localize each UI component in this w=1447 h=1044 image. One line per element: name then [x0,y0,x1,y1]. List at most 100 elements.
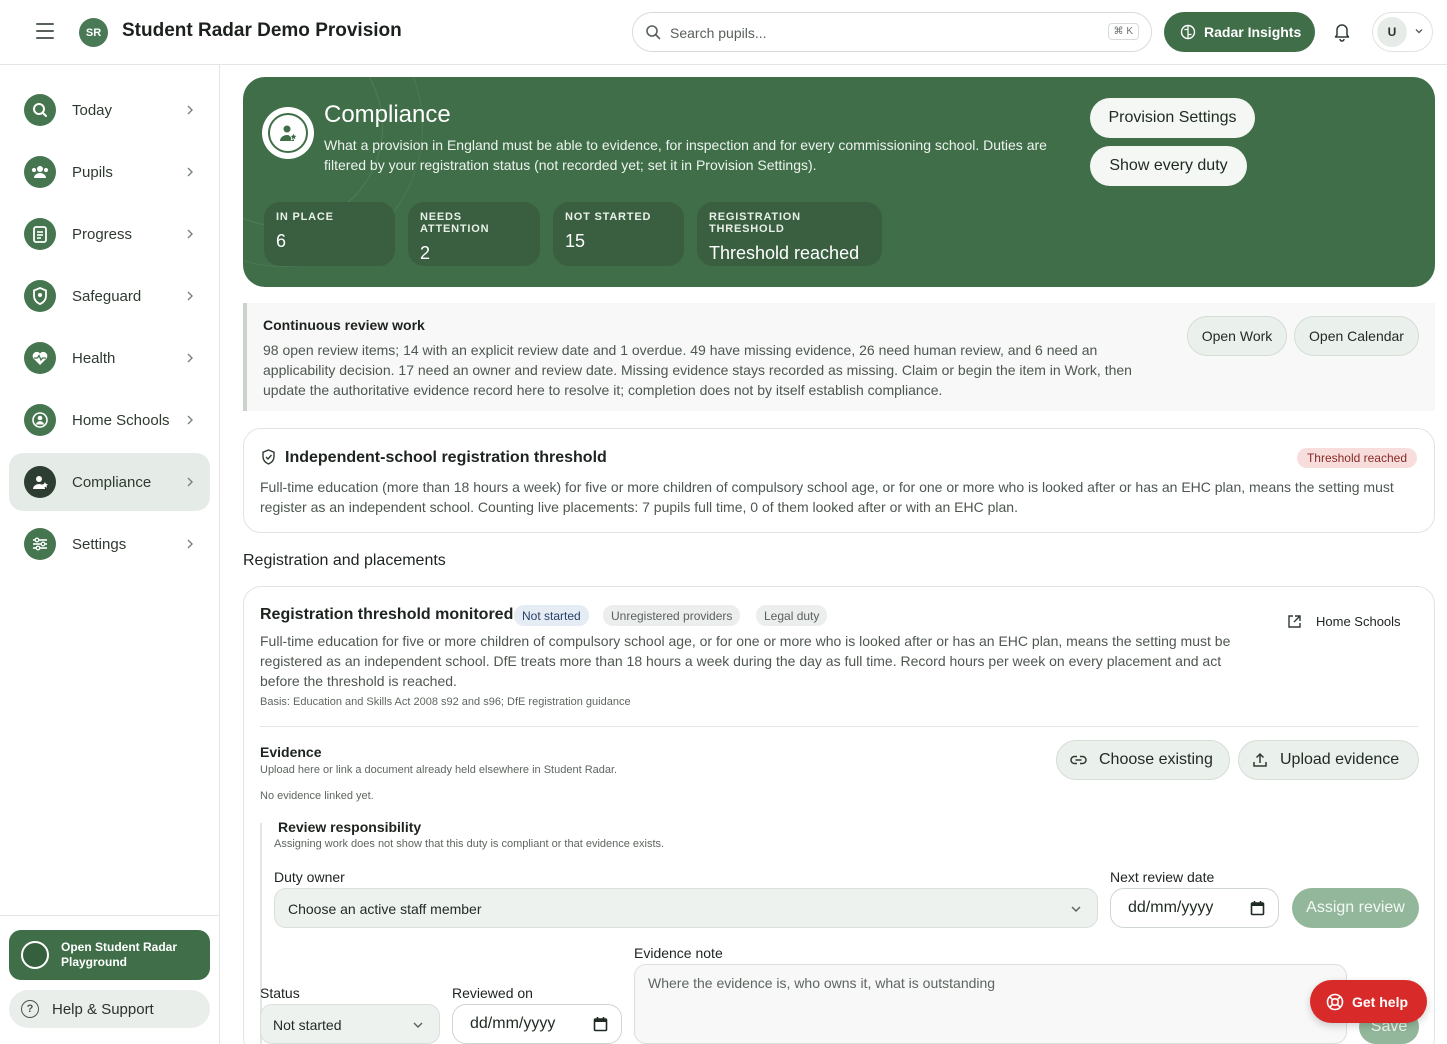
duty-owner-label: Duty owner [274,869,345,885]
category-tag: Unregistered providers [603,605,741,626]
open-work-button[interactable]: Open Work [1187,316,1287,356]
evidence-title: Evidence [260,744,322,760]
chevron-right-icon [187,353,193,363]
page-title: Compliance [324,101,451,128]
sliders-icon [24,528,56,560]
chevron-right-icon [187,105,193,115]
sidebar-item-pupils[interactable]: Pupils [9,143,210,201]
bell-icon[interactable] [1333,22,1351,42]
date-placeholder: dd/mm/yyyy [470,1015,556,1032]
section-heading: Registration and placements [243,552,446,569]
chevron-right-icon [187,539,193,549]
user-menu[interactable]: U [1372,12,1433,52]
divider [260,726,1418,727]
help-label: Help & Support [52,1001,154,1018]
chevron-right-icon [187,291,193,301]
app-logo: SR [79,18,108,47]
chevron-down-icon [1415,29,1423,34]
review-title: Continuous review work [263,317,425,333]
chevron-right-icon [187,229,193,239]
stat-in-place: IN PLACE 6 [264,202,395,266]
menu-icon[interactable] [36,23,54,39]
reviewed-on-label: Reviewed on [452,985,533,1001]
chevron-right-icon [187,167,193,177]
search-icon [24,94,56,126]
open-calendar-button[interactable]: Open Calendar [1294,316,1419,356]
sidebar-item-label: Progress [72,225,133,243]
stat-label: NOT STARTED [565,211,652,223]
playground-label: Open Student Radar Playground [61,940,178,969]
status-select[interactable]: Not started [260,1004,440,1044]
lifebuoy-icon [1326,993,1344,1010]
calendar-icon[interactable] [1250,900,1265,916]
review-text: 98 open review items; 14 with an explici… [263,342,1132,398]
user-star-icon [24,466,56,498]
sidebar-item-label: Pupils [72,163,113,181]
next-review-date-label: Next review date [1110,869,1215,885]
user-circle-icon [24,404,56,436]
reviewed-on-input[interactable]: dd/mm/yyyy [452,1004,622,1044]
sidebar-item-label: Today [72,101,113,119]
stat-value: Threshold reached [709,243,860,263]
external-link-icon [1288,615,1301,628]
page-description: What a provision in England must be able… [324,137,1047,173]
status-value: Not started [273,1017,342,1033]
continuous-review-card: Continuous review work 98 open review it… [243,303,1435,411]
sidebar-item-label: Health [72,349,116,367]
sidebar-item-label: Safeguard [72,287,142,305]
sidebar-item-home-schools[interactable]: Home Schools [9,391,210,449]
show-every-duty-button[interactable]: Show every duty [1090,146,1247,186]
next-review-date-input[interactable]: dd/mm/yyyy [1110,888,1279,928]
compliance-hero: Compliance What a provision in England m… [243,77,1435,287]
duty-card: Registration threshold monitored Not sta… [243,586,1435,1044]
date-placeholder: dd/mm/yyyy [1128,899,1214,916]
upload-evidence-button[interactable]: Upload evidence [1238,740,1419,780]
sidebar-item-compliance[interactable]: Compliance [9,453,210,511]
upload-evidence-label: Upload evidence [1280,751,1400,768]
chevron-down-icon [413,1022,423,1028]
app-title: Student Radar Demo Provision [122,20,402,41]
stat-needs-attention: NEEDS ATTENTION 2 [408,202,540,266]
stat-label: NEEDS ATTENTION [420,211,490,235]
stat-label: REGISTRATION THRESHOLD [709,211,801,235]
open-playground-button[interactable]: Open Student Radar Playground [9,930,210,980]
evidence-subtitle: Upload here or link a document already h… [260,764,618,776]
calendar-icon[interactable] [593,1016,608,1032]
stat-registration-threshold: REGISTRATION THRESHOLD Threshold reached [697,202,882,266]
search-shortcut: ⌘ K [1107,23,1139,40]
stat-label: IN PLACE [276,211,334,223]
get-help-button[interactable]: Get help [1310,980,1427,1023]
heart-pulse-icon [24,342,56,374]
home-schools-link[interactable]: Home Schools [1287,614,1401,629]
duty-owner-select[interactable]: Choose an active staff member [274,888,1098,928]
choose-existing-label: Choose existing [1099,751,1213,768]
sidebar-item-today[interactable]: Today [9,81,210,139]
sidebar-item-safeguard[interactable]: Safeguard [9,267,210,325]
evidence-note-label: Evidence note [634,945,723,961]
chevron-right-icon [187,415,193,425]
stat-value: 2 [420,243,431,263]
sidebar-item-health[interactable]: Health [9,329,210,387]
evidence-empty: No evidence linked yet. [260,790,374,802]
duty-description: Full-time education for five or more chi… [260,633,1231,689]
provision-settings-button[interactable]: Provision Settings [1090,98,1255,138]
sidebar-item-label: Compliance [72,473,152,491]
sidebar-item-settings[interactable]: Settings [9,515,210,573]
sidebar: Today Pupils Progress Safeguard Health H… [0,65,220,1044]
assign-review-button[interactable]: Assign review [1292,888,1419,928]
stat-value: 6 [276,231,287,251]
search-input[interactable]: Search pupils... ⌘ K [632,12,1152,52]
sidebar-item-progress[interactable]: Progress [9,205,210,263]
duty-basis: Basis: Education and Skills Act 2008 s92… [260,696,631,708]
people-icon [24,156,56,188]
evidence-note-textarea[interactable]: Where the evidence is, who owns it, what… [634,964,1347,1044]
category-tag: Legal duty [756,605,828,626]
duty-owner-value: Choose an active staff member [288,901,482,917]
avatar: U [1377,17,1407,47]
radar-insights-button[interactable]: Radar Insights [1164,12,1315,52]
choose-existing-button[interactable]: Choose existing [1056,740,1230,780]
sidebar-item-label: Home Schools [72,411,170,429]
sidebar-divider [0,915,220,916]
help-support-button[interactable]: ? Help & Support [9,990,210,1028]
compliance-badge-icon [262,107,314,159]
